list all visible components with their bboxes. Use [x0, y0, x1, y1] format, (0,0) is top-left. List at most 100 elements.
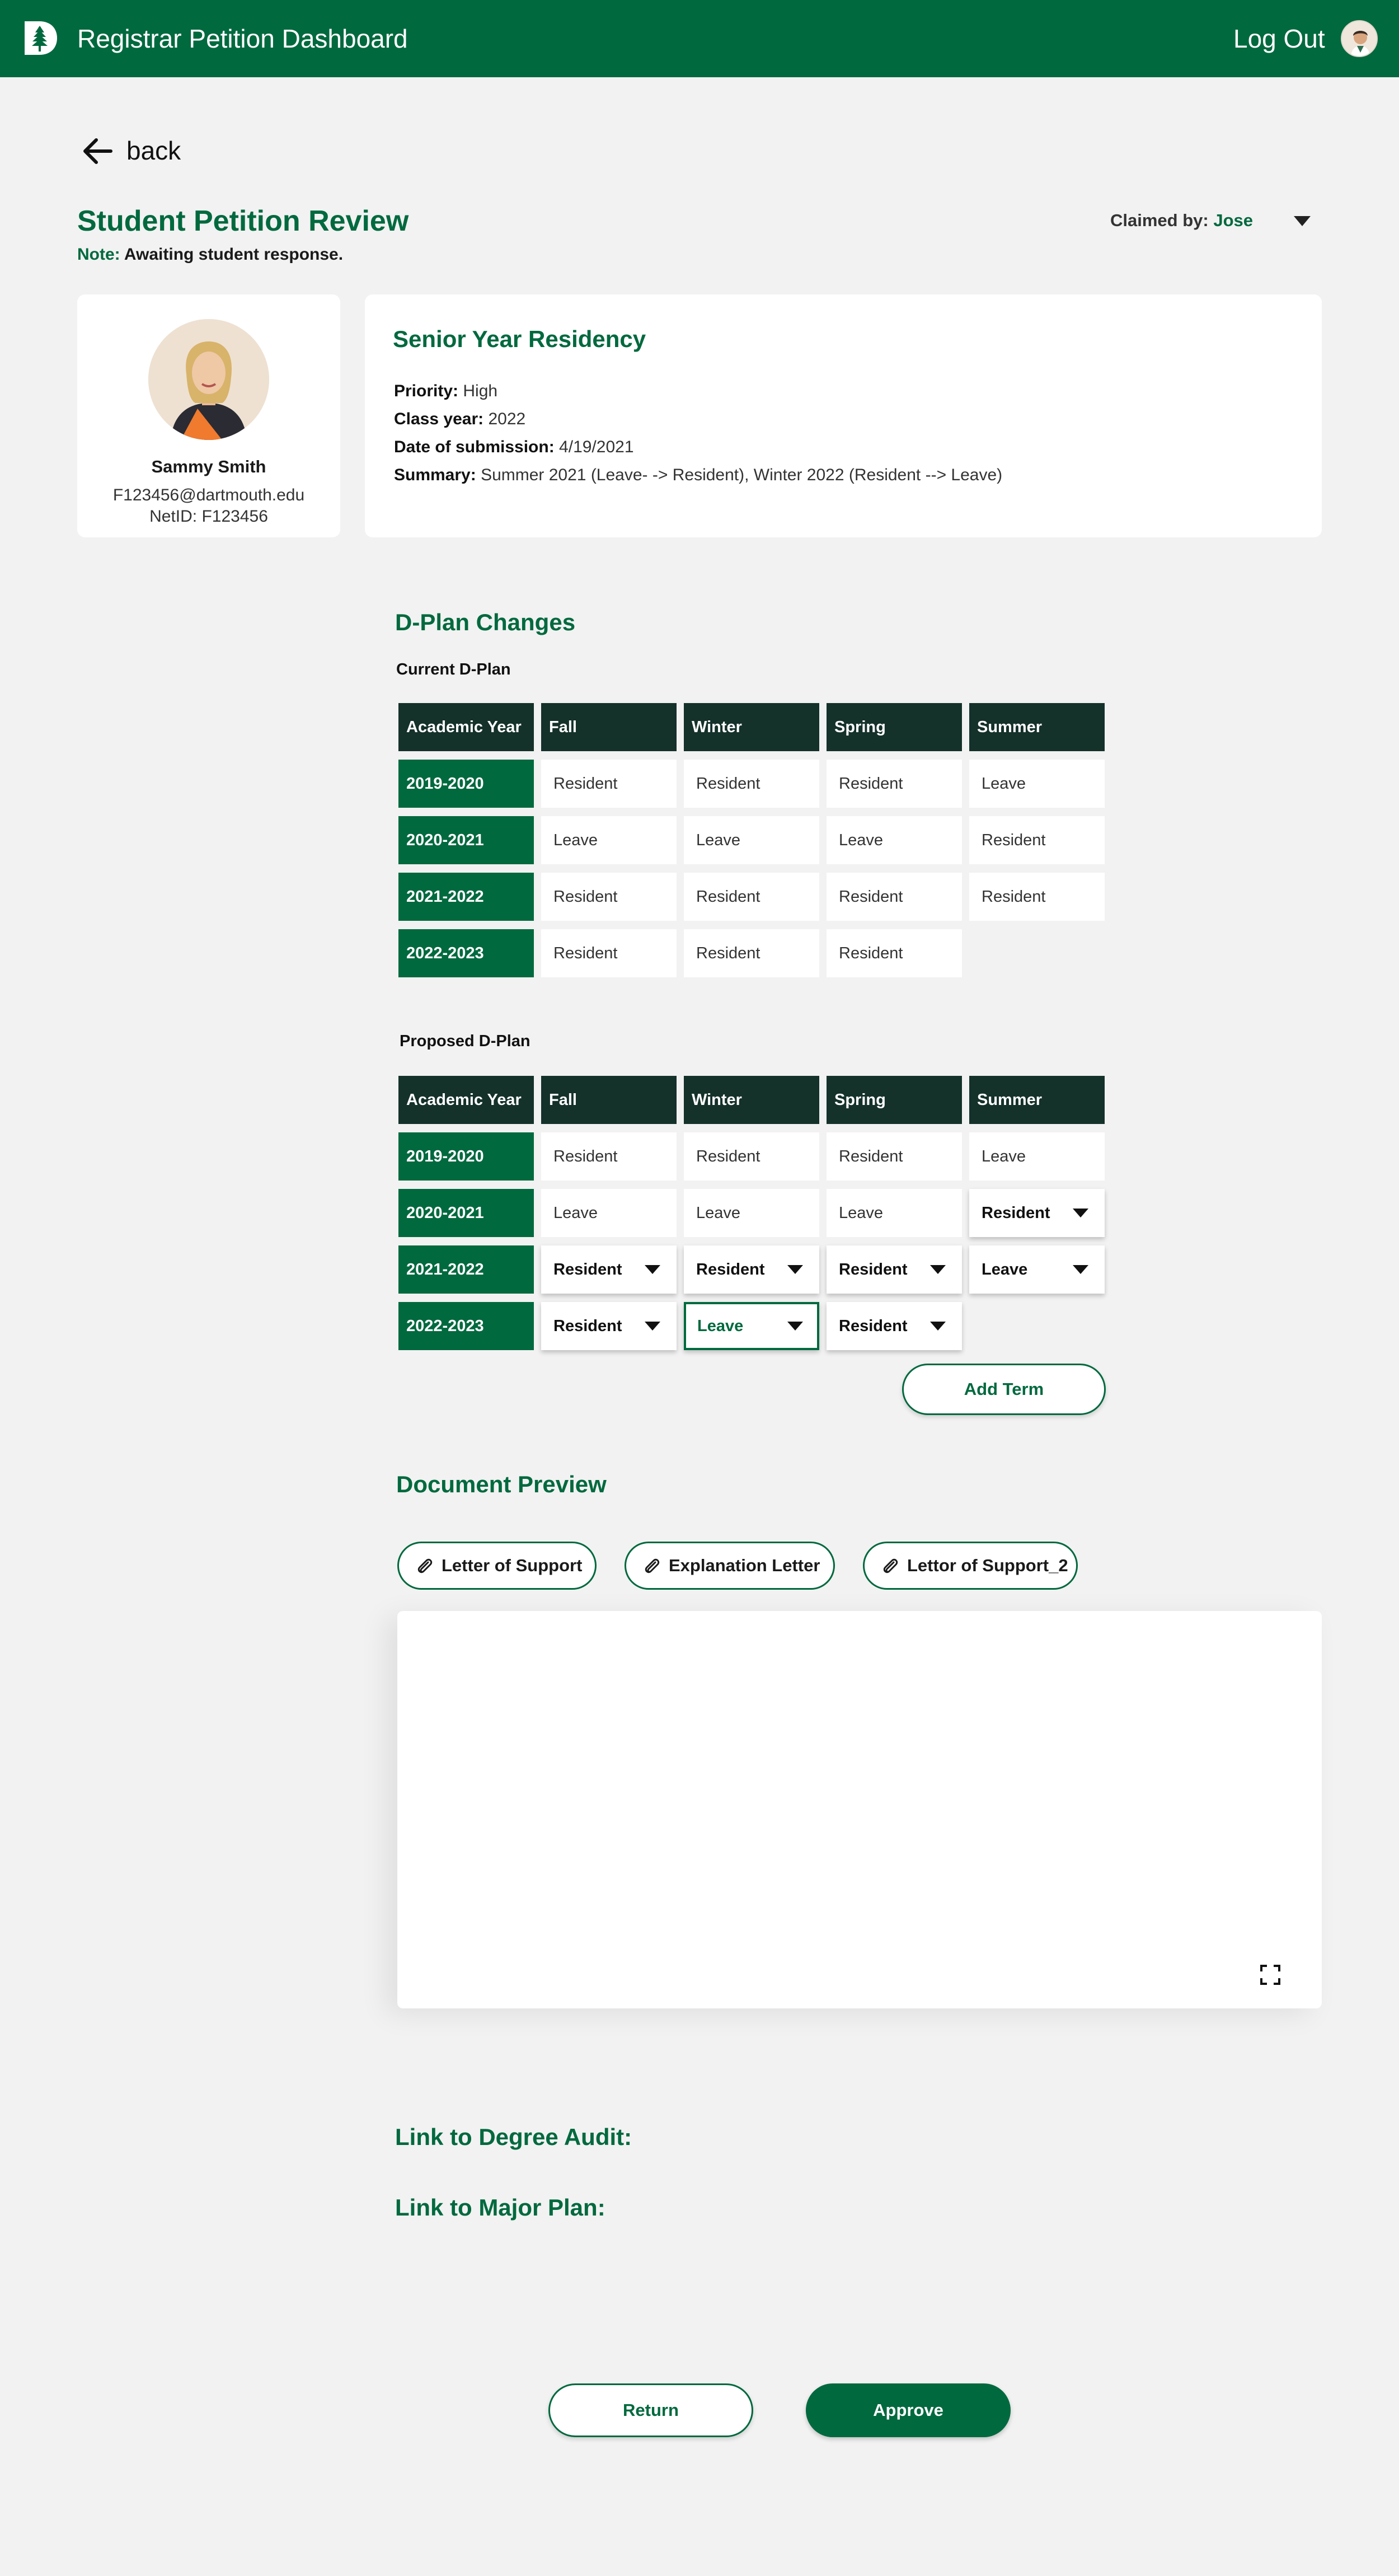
- paperclip-icon: [417, 1558, 433, 1573]
- current-term-cell: Resident: [541, 929, 677, 977]
- proposed-term-cell: Resident: [684, 1132, 819, 1181]
- proposed-term-cell: Resident: [827, 1132, 962, 1181]
- current-year-cell: 2021-2022: [398, 873, 534, 921]
- priority-value: High: [463, 382, 498, 400]
- current-term-cell: Resident: [684, 929, 819, 977]
- arrow-left-icon: [83, 138, 112, 164]
- proposed-year-cell: 2022-2023: [398, 1302, 534, 1350]
- attachment-chip[interactable]: Lettor of Support_2: [863, 1542, 1078, 1590]
- note-text: Awaiting student response.: [124, 245, 344, 264]
- return-button[interactable]: Return: [548, 2383, 753, 2437]
- student-email: F123456@dartmouth.edu: [112, 486, 305, 504]
- proposed-term-cell: Leave: [541, 1189, 677, 1237]
- current-term-cell: Leave: [684, 816, 819, 864]
- app-title: Registrar Petition Dashboard: [77, 24, 408, 53]
- current-term-cell: Resident: [827, 929, 962, 977]
- claimed-value: Jose: [1213, 210, 1254, 230]
- back-label: back: [126, 136, 181, 165]
- top-bar: Registrar Petition Dashboard Log Out: [0, 0, 1399, 77]
- proposed-dplan-title: Proposed D-Plan: [400, 1032, 531, 1050]
- proposed-term-cell: Leave: [969, 1132, 1105, 1181]
- attachment-chip[interactable]: Explanation Letter: [625, 1542, 835, 1590]
- proposed-col-header: Academic Year: [398, 1076, 534, 1124]
- degree-audit-link[interactable]: Link to Degree Audit:: [395, 2123, 632, 2152]
- current-year-cell: 2019-2020: [398, 760, 534, 808]
- proposed-col-header: Fall: [541, 1076, 677, 1124]
- chevron-down-icon: [645, 1265, 660, 1274]
- paperclip-icon: [883, 1558, 898, 1573]
- term-select-value: Resident: [982, 1204, 1050, 1222]
- term-select[interactable]: Resident: [827, 1245, 962, 1294]
- current-term-cell: Resident: [541, 873, 677, 921]
- claimed-by: Claimed by: Jose: [1110, 209, 1253, 232]
- proposed-col-header: Winter: [684, 1076, 819, 1124]
- proposed-term-cell: Leave: [684, 1189, 819, 1237]
- proposed-term-cell: Resident: [541, 1132, 677, 1181]
- current-dplan-title: Current D-Plan: [396, 661, 511, 678]
- document-preview-pane[interactable]: [397, 1611, 1322, 2008]
- current-col-header: Fall: [541, 703, 677, 751]
- petition-title: Senior Year Residency: [393, 326, 646, 352]
- current-col-header: Academic Year: [398, 703, 534, 751]
- current-term-cell: Resident: [969, 816, 1105, 864]
- attachment-label: Explanation Letter: [669, 1556, 820, 1575]
- current-term-cell: Resident: [827, 873, 962, 921]
- class-year-value: 2022: [488, 410, 526, 428]
- term-select[interactable]: Resident: [827, 1302, 962, 1350]
- proposed-year-cell: 2020-2021: [398, 1189, 534, 1237]
- expand-icon[interactable]: [1259, 1964, 1281, 1986]
- status-note: Note: Awaiting student response.: [77, 244, 343, 265]
- class-year-row: Class year: 2022: [394, 409, 525, 430]
- attachment-label: Lettor of Support_2: [907, 1556, 1068, 1575]
- user-avatar[interactable]: [1341, 20, 1378, 57]
- term-select[interactable]: Resident: [541, 1302, 677, 1350]
- proposed-year-cell: 2019-2020: [398, 1132, 534, 1181]
- claimed-label: Claimed by:: [1110, 210, 1209, 230]
- chevron-down-icon: [1073, 1265, 1088, 1274]
- back-button[interactable]: back: [82, 133, 194, 169]
- current-term-cell: Resident: [969, 873, 1105, 921]
- major-plan-link[interactable]: Link to Major Plan:: [395, 2193, 605, 2222]
- note-label: Note:: [77, 245, 120, 264]
- chevron-down-icon: [1073, 1209, 1088, 1217]
- current-col-header: Summer: [969, 703, 1105, 751]
- document-preview-title: Document Preview: [396, 1471, 607, 1497]
- current-term-cell: Leave: [541, 816, 677, 864]
- submission-date-value: 4/19/2021: [559, 438, 634, 456]
- term-select-value: Resident: [553, 1261, 622, 1278]
- dartmouth-logo-icon: [25, 21, 57, 55]
- term-select[interactable]: Leave: [969, 1245, 1105, 1294]
- proposed-term-cell: Leave: [827, 1189, 962, 1237]
- term-select[interactable]: Resident: [969, 1189, 1105, 1237]
- logout-link[interactable]: Log Out: [1233, 24, 1325, 54]
- add-term-button[interactable]: Add Term: [902, 1364, 1106, 1415]
- chevron-down-icon: [787, 1322, 803, 1331]
- summary-row: Summary: Summer 2021 (Leave- -> Resident…: [394, 465, 1002, 486]
- term-select-value: Leave: [982, 1261, 1028, 1278]
- approve-button[interactable]: Approve: [806, 2383, 1011, 2437]
- page-title: Student Petition Review: [77, 205, 409, 237]
- term-select[interactable]: Resident: [684, 1245, 819, 1294]
- priority-row: Priority: High: [394, 381, 497, 402]
- chevron-down-icon[interactable]: [1293, 215, 1312, 227]
- proposed-year-cell: 2021-2022: [398, 1245, 534, 1294]
- current-term-cell: Resident: [684, 873, 819, 921]
- dplan-section-title: D-Plan Changes: [395, 609, 576, 635]
- attachment-chip[interactable]: Letter of Support: [397, 1542, 597, 1590]
- class-year-label: Class year:: [394, 410, 484, 428]
- user-avatar-icon: [1342, 21, 1377, 56]
- term-select-value: Leave: [697, 1317, 744, 1335]
- term-select-value: Resident: [839, 1317, 908, 1335]
- student-name: Sammy Smith: [151, 457, 266, 476]
- term-select-value: Resident: [696, 1261, 765, 1278]
- current-term-cell: Leave: [827, 816, 962, 864]
- student-card: Sammy Smith F123456@dartmouth.edu NetID:…: [77, 294, 340, 537]
- chevron-down-icon: [787, 1265, 803, 1274]
- student-photo-image: [148, 319, 269, 440]
- current-term-cell: Resident: [827, 760, 962, 808]
- current-year-cell: 2022-2023: [398, 929, 534, 977]
- student-netid: NetID: F123456: [149, 507, 268, 526]
- term-select-changed[interactable]: Leave: [684, 1302, 819, 1350]
- current-term-cell: Resident: [541, 760, 677, 808]
- term-select[interactable]: Resident: [541, 1245, 677, 1294]
